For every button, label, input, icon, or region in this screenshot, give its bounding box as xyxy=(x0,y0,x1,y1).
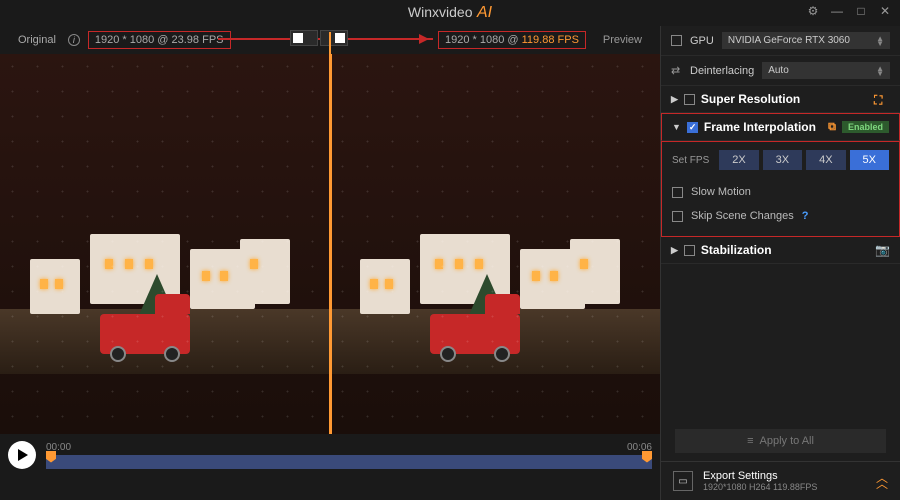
export-detail: 1920*1080 H264 119.88FPS xyxy=(703,482,866,492)
frame-interp-checkbox[interactable] xyxy=(687,122,698,133)
set-fps-label: Set FPS xyxy=(672,155,709,166)
slow-motion-label: Slow Motion xyxy=(691,186,751,198)
gpu-select[interactable]: NVIDIA GeForce RTX 3060 ▲▼ xyxy=(722,32,890,49)
apply-icon: ≡ xyxy=(747,435,753,447)
maximize-icon[interactable]: □ xyxy=(854,4,868,18)
compare-left-icon[interactable] xyxy=(290,30,318,46)
deinterlace-icon: ⇄ xyxy=(671,64,682,77)
export-icon: ▭ xyxy=(673,471,693,491)
updown-icon: ▲▼ xyxy=(876,36,884,46)
chevron-right-icon: ▶ xyxy=(671,245,678,256)
preview-res-prefix: 1920 * 1080 @ xyxy=(445,34,522,46)
minimize-icon[interactable]: — xyxy=(830,4,844,18)
gear-icon[interactable]: ⚙ xyxy=(806,4,820,18)
title-accent: AI xyxy=(477,4,492,21)
skip-scene-label: Skip Scene Changes xyxy=(691,210,794,222)
original-video xyxy=(0,54,330,434)
preview-area xyxy=(0,54,660,434)
gpu-label: GPU xyxy=(690,35,714,47)
title-brand: Winxvideo xyxy=(408,4,473,20)
deinterlace-select[interactable]: Auto ▲▼ xyxy=(762,62,890,79)
original-resolution: 1920 * 1080 @ 23.98 FPS xyxy=(88,31,231,49)
super-resolution-section[interactable]: ▶ Super Resolution ⛶ xyxy=(661,86,900,113)
compare-right-icon[interactable] xyxy=(320,30,348,46)
close-icon[interactable]: ✕ xyxy=(878,4,892,18)
frame-interp-body: Set FPS 2X 3X 4X 5X Slow Motion Skip Sce… xyxy=(661,141,900,237)
play-button[interactable] xyxy=(8,441,36,469)
expand-icon[interactable]: ︿︿ xyxy=(876,475,888,487)
deinterlace-label: Deinterlacing xyxy=(690,65,754,77)
original-label: Original xyxy=(18,34,56,46)
super-res-icon: ⛶ xyxy=(874,93,890,105)
info-icon[interactable]: i xyxy=(68,34,80,46)
stabilization-checkbox[interactable] xyxy=(684,245,695,256)
titlebar: Winxvideo AI ⚙ — □ ✕ xyxy=(0,0,900,26)
export-settings[interactable]: ▭ Export Settings 1920*1080 H264 119.88F… xyxy=(661,461,900,500)
fps-4x-button[interactable]: 4X xyxy=(806,150,845,170)
frame-interpolation-section[interactable]: ▼ Frame Interpolation ⧉ Enabled xyxy=(661,113,900,141)
interp-icon: ⧉ xyxy=(828,121,836,134)
fps-5x-button[interactable]: 5X xyxy=(850,150,889,170)
stabilization-section[interactable]: ▶ Stabilization 📷 xyxy=(661,237,900,264)
preview-resolution: 1920 * 1080 @ 119.88 FPS xyxy=(438,31,586,49)
gpu-device: NVIDIA GeForce RTX 3060 xyxy=(728,35,850,46)
chevron-right-icon: ▶ xyxy=(671,94,678,105)
help-icon[interactable]: ? xyxy=(802,210,809,222)
super-res-label: Super Resolution xyxy=(701,92,800,106)
preview-fps: 119.88 FPS xyxy=(522,34,579,46)
stabilization-label: Stabilization xyxy=(701,243,772,257)
fps-3x-button[interactable]: 3X xyxy=(763,150,802,170)
enabled-badge: Enabled xyxy=(842,121,889,133)
settings-pane: GPU NVIDIA GeForce RTX 3060 ▲▼ ⇄ Deinter… xyxy=(660,26,900,500)
frame-interp-label: Frame Interpolation xyxy=(704,120,816,134)
play-icon xyxy=(18,449,28,461)
fps-2x-button[interactable]: 2X xyxy=(719,150,758,170)
compare-divider[interactable] xyxy=(330,54,332,434)
trim-start-handle[interactable] xyxy=(46,451,56,463)
stabilize-icon: 📷 xyxy=(875,243,890,257)
trim-end-handle[interactable] xyxy=(642,451,652,463)
gpu-checkbox[interactable] xyxy=(671,35,682,46)
skip-scene-checkbox[interactable] xyxy=(672,211,683,222)
apply-label: Apply to All xyxy=(760,435,814,447)
timeline-track[interactable] xyxy=(46,455,652,469)
chevron-down-icon: ▼ xyxy=(672,122,681,132)
app-title: Winxvideo AI xyxy=(408,4,492,22)
deinterlace-value: Auto xyxy=(768,65,789,76)
export-title: Export Settings xyxy=(703,470,866,482)
slow-motion-checkbox[interactable] xyxy=(672,187,683,198)
processed-video xyxy=(330,54,660,434)
timeline: 00:00 00:06 xyxy=(0,434,660,476)
preview-label: Preview xyxy=(603,34,642,46)
apply-to-all-button[interactable]: ≡ Apply to All xyxy=(675,429,886,453)
super-res-checkbox[interactable] xyxy=(684,94,695,105)
updown-icon: ▲▼ xyxy=(876,66,884,76)
preview-pane: Original i 1920 * 1080 @ 23.98 FPS 1920 … xyxy=(0,26,660,500)
